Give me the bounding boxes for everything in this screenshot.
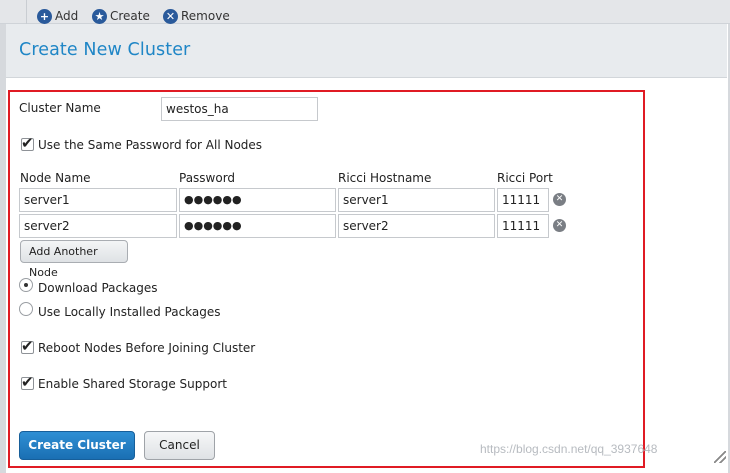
add-label: Add [55,9,79,23]
remove-toolbar-icon: ✕ [163,8,178,24]
local-packages-label: Use Locally Installed Packages [38,305,221,319]
cluster-name-label: Cluster Name [19,101,101,115]
create-label: Create [110,9,150,23]
node2-port-input[interactable]: 11111 [497,214,549,238]
same-password-checkbox[interactable]: ✔ [21,134,34,152]
reboot-checkbox[interactable]: ✔ [21,337,34,355]
add-button[interactable]: + Add [37,8,78,24]
node1-password-input[interactable]: ●●●●●● [179,188,336,212]
download-packages-radio[interactable] [19,278,33,292]
node1-hostname-input[interactable]: server1 [338,188,495,212]
shared-storage-checkbox[interactable]: ✔ [21,373,34,391]
node2-password-input[interactable]: ●●●●●● [179,214,336,238]
remove-button[interactable]: ✕ Remove [163,8,230,24]
remove-label: Remove [181,9,230,23]
column-ricci-hostname: Ricci Hostname [338,171,432,185]
radio-selected-dot [24,283,28,287]
checkmark-icon: ✔ [21,373,34,391]
node2-name-input[interactable]: server2 [19,214,177,238]
cluster-name-input[interactable]: westos_ha [161,97,318,121]
column-password: Password [179,171,236,185]
create-cluster-dialog: Create New Cluster Cluster Name westos_h… [0,24,730,473]
shared-storage-label: Enable Shared Storage Support [38,377,227,391]
local-packages-radio[interactable] [19,302,33,316]
dialog-header: Create New Cluster [6,24,727,78]
checkmark-icon: ✔ [21,337,34,355]
download-packages-label: Download Packages [38,281,158,295]
add-another-node-button[interactable]: Add Another Node [20,240,128,279]
node1-name-input[interactable]: server1 [19,188,177,212]
add-icon: + [37,8,52,24]
background-toolbar: + Add ★ Create ✕ Remove [0,0,730,24]
star-icon: ★ [92,8,107,24]
checkmark-icon: ✔ [21,134,34,152]
column-ricci-port: Ricci Port [497,171,553,185]
same-password-label: Use the Same Password for All Nodes [38,138,263,152]
watermark: https://blog.csdn.net/qq_3937648 [480,442,658,456]
reboot-label: Reboot Nodes Before Joining Cluster [38,341,256,355]
node1-remove-icon[interactable]: ✕ [553,193,566,206]
column-node-name: Node Name [20,171,91,185]
create-button[interactable]: ★ Create [92,8,150,24]
node2-remove-icon[interactable]: ✕ [553,219,566,232]
cancel-button[interactable]: Cancel [144,431,215,460]
toolbar-separator [26,0,27,24]
node2-hostname-input[interactable]: server2 [338,214,495,238]
node1-port-input[interactable]: 11111 [497,188,549,212]
create-cluster-button[interactable]: Create Cluster [19,431,135,460]
dialog-title: Create New Cluster [19,40,191,60]
resize-grip-icon[interactable] [714,451,726,463]
